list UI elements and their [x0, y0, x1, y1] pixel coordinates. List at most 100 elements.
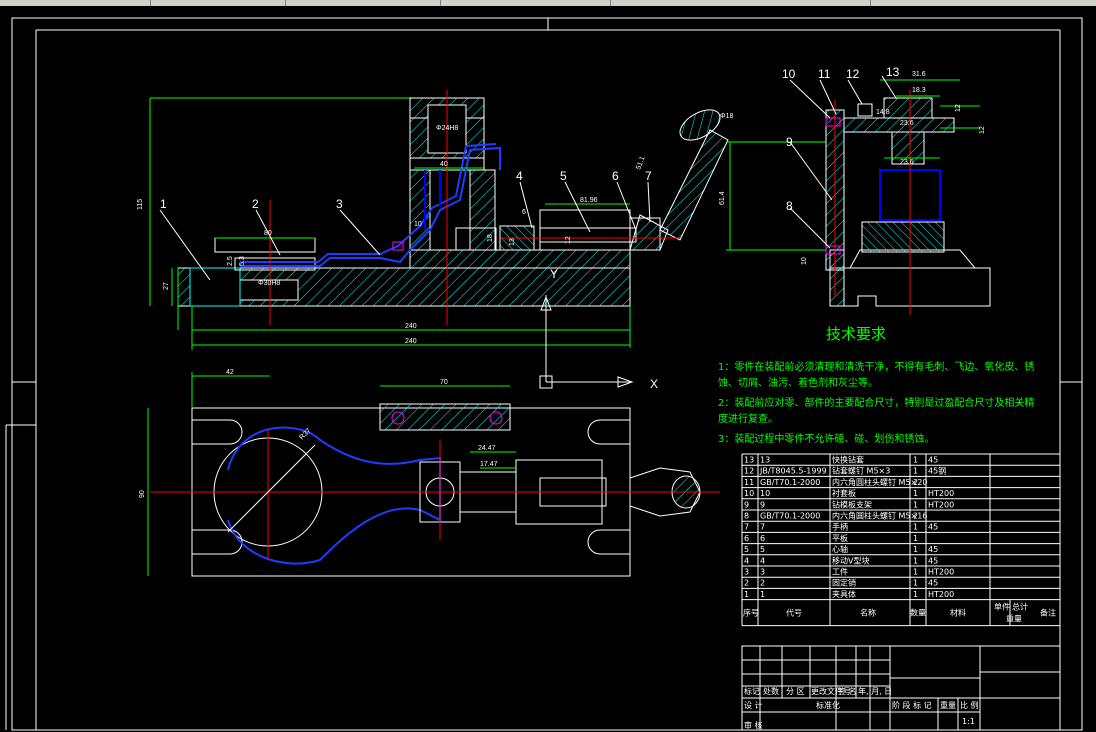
bom-row-no: 7 [744, 523, 749, 532]
bom-row-no: 9 [744, 500, 749, 509]
bom-row-qty: 1 [913, 545, 918, 554]
tech-req-line-4: 度进行复查。 [718, 412, 778, 425]
bom-row-code: GB/T70.1-2000 [760, 512, 820, 521]
bom-row-name: 手柄 [832, 522, 848, 532]
bom-row-no: 4 [744, 556, 749, 565]
bom-row-no: 6 [744, 534, 749, 543]
bom-row-qty: 2 [913, 478, 918, 487]
tech-req-line-1: 1：零件在装配前必须清理和清洗干净，不得有毛刺、飞边、氧化皮、锈 [718, 360, 1034, 373]
bom-header-unit: 单件 [994, 602, 1010, 612]
dim-phi24: Φ24H8 [436, 125, 458, 132]
dim-27: 27 [163, 282, 170, 290]
dim-10-b: 10 [801, 257, 808, 265]
dim-phi18: Φ18 [720, 113, 733, 120]
tb-scale: 1:1 [962, 717, 975, 726]
bom-table: 13 13 快换钻套 1 4512 JB/T8045.5-1999 钻套螺钉 M5×3 1 45… [741, 453, 1061, 627]
bom-row-no: 10 [744, 489, 754, 498]
bom-row-qty: 1 [913, 489, 918, 498]
bom-row-no: 8 [744, 512, 749, 521]
tb-count: 处数 [763, 686, 779, 696]
bom-row-code: GB/T70.1-2000 [760, 478, 820, 487]
dim-23-6-b: 23.6 [900, 159, 914, 166]
bom-row-material: 45 [928, 556, 938, 565]
tech-req-title: 技术要求 [826, 325, 886, 343]
bom-header-material: 材料 [950, 608, 966, 618]
bom-row-code: 3 [760, 568, 765, 577]
bom-row-material: 45 [928, 456, 938, 465]
tb-mark: 标记 [744, 686, 760, 696]
bom-row-material: 45 [928, 579, 938, 588]
front-view [149, 90, 729, 389]
tech-req-line-3: 2：装配前应对零、部件的主要配合尺寸，特别是过盈配合尺寸及相关精 [718, 396, 1034, 409]
part-number-9: 9 [786, 135, 793, 149]
dim-2-5: 2.5 [227, 256, 234, 266]
bom-row-code: 10 [760, 489, 770, 498]
axis-x-label: X [650, 377, 658, 391]
bom-row-material: HT200 [928, 568, 954, 577]
dim-115: 115 [137, 199, 144, 210]
dim-12-b: 12 [955, 104, 962, 112]
technical-requirements: 技术要求 1：零件在装配前必须清理和清洗干净，不得有毛刺、飞边、氧化皮、锈 蚀、… [718, 325, 1034, 445]
bom-header-weight: 重量 [1006, 614, 1022, 624]
dim-70: 70 [440, 379, 448, 386]
bom-row-name: 快换钻套 [832, 455, 864, 465]
dim-12-c: 12 [979, 126, 986, 134]
tb-weight: 重量 [940, 700, 956, 710]
tech-req-line-5: 3：装配过程中零件不允许磕、碰、划伤和锈蚀。 [718, 432, 934, 445]
side-view-labels: 10 11 12 13 9 8 61.4 31.6 18.3 14.8 23.6… [719, 65, 986, 265]
tb-sign: 签 名 [838, 686, 857, 696]
cad-drawing-canvas[interactable]: 115 80 40 27 2.5 5.3 Φ24H8 Φ30H8 240 240… [0, 0, 1096, 732]
bom-row-qty: 1 [913, 579, 918, 588]
dim-23-6-a: 23.6 [900, 120, 914, 127]
part-number-1: 1 [160, 197, 167, 211]
bom-row-code: 5 [760, 545, 765, 554]
bom-header-name: 名称 [860, 608, 876, 618]
bom-header-total: 总计 [1012, 602, 1028, 612]
bom-row-qty: 1 [913, 534, 918, 543]
side-view [726, 75, 991, 315]
bom-row-code: 6 [760, 534, 765, 543]
dim-13: 13 [509, 238, 516, 246]
tb-design: 设 计 [744, 700, 763, 710]
part-number-12: 12 [846, 67, 860, 81]
bom-row-qty: 1 [913, 568, 918, 577]
bom-row-no: 13 [744, 456, 754, 465]
dim-24-47: 24.47 [478, 445, 496, 452]
dim-42: 42 [226, 369, 234, 376]
dim-5-3: 5.3 [239, 256, 246, 266]
bom-row-name: 工件 [832, 567, 848, 577]
part-number-10: 10 [782, 67, 796, 81]
part-number-8: 8 [786, 199, 793, 213]
bom-row-name: 衬套板 [832, 488, 856, 498]
tb-zone: 分 区 [786, 687, 805, 696]
tech-req-line-2: 蚀、切屑、油污、着色剂和灰尘等。 [718, 376, 878, 389]
bom-row-name: 钻模板支架 [832, 499, 872, 509]
bom-row-name: 固定销 [832, 578, 856, 588]
part-number-4: 4 [516, 169, 523, 183]
bom-row-code: 9 [760, 500, 765, 509]
bom-row-name: 心轴 [832, 544, 848, 554]
top-view [147, 372, 720, 577]
part-number-5: 5 [560, 169, 567, 183]
front-view-part-numbers: 1 2 3 4 5 6 7 [160, 169, 652, 211]
tb-scale-label: 比 例 [960, 700, 979, 710]
title-block-labels: 标记 处数 分 区 更改文件号 签 名 年, 月, 日 设 计 标准化 阶 段 … [744, 686, 979, 730]
bom-row-name: 夹具体 [832, 589, 856, 599]
bom-row-material: HT200 [928, 489, 954, 498]
bom-header-remark: 备注 [1040, 608, 1056, 618]
bom-row-no: 2 [744, 579, 749, 588]
dim-80: 80 [264, 230, 272, 237]
bom-header-qty: 数量 [910, 608, 926, 618]
dim-18-3: 18.3 [912, 87, 926, 94]
bom-row-code: 1 [760, 590, 765, 599]
dim-31-6: 31.6 [912, 71, 926, 78]
part-number-11: 11 [818, 67, 831, 81]
dim-40: 40 [440, 161, 448, 168]
bom-row-material: HT200 [928, 590, 954, 599]
tb-stage: 阶 段 标 记 [892, 700, 932, 710]
bom-row-qty: 1 [913, 523, 918, 532]
dim-18: 18 [487, 234, 494, 242]
bom-row-qty: 1 [913, 467, 918, 476]
bom-row-no: 3 [744, 568, 749, 577]
dim-6: 6 [522, 209, 526, 216]
